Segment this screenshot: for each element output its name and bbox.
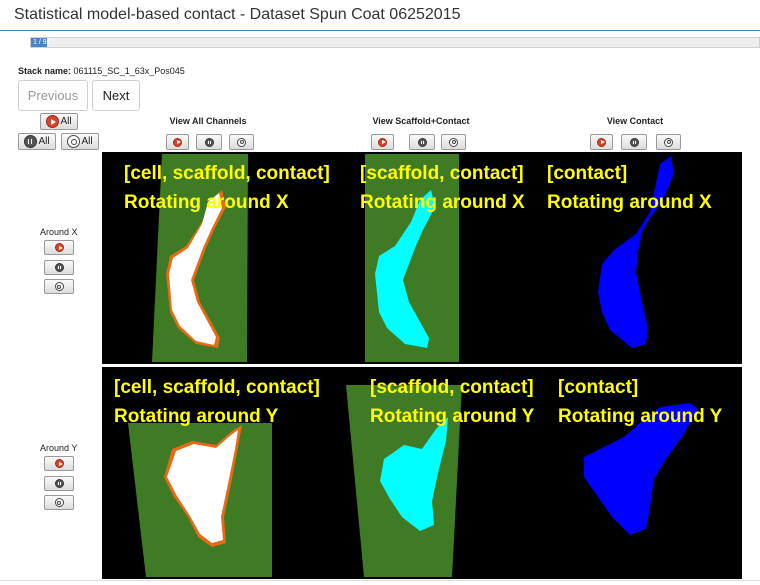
overlay-y-2-rotation: Rotating around Y [370, 406, 535, 427]
overlay-x-2-rotation: Rotating around X [360, 192, 525, 213]
stop-icon [237, 137, 246, 147]
page-title: Statistical model-based contact - Datase… [14, 6, 461, 23]
pause-around-y-button[interactable] [44, 476, 74, 491]
play-around-x-button[interactable] [44, 240, 74, 255]
overlay-x-3-channels: [contact] [547, 163, 628, 184]
stack-progress-bar[interactable]: 1 / 91 [30, 37, 760, 48]
progress-text: 1 / 91 [33, 39, 51, 46]
overlay-x-1-rotation: Rotating around X [124, 192, 289, 213]
pause-icon [54, 479, 64, 488]
row-label-around-y: Around Y [40, 443, 78, 453]
play-icon [54, 243, 64, 252]
stack-name-label: Stack name: [18, 66, 72, 76]
play-all-channels-button[interactable] [166, 134, 189, 150]
overlay-y-3-rotation: Rotating around Y [558, 406, 723, 427]
next-button[interactable]: Next [92, 80, 140, 111]
stop-icon [67, 135, 81, 148]
stop-around-x-button[interactable] [44, 279, 74, 294]
previous-button[interactable]: Previous [18, 80, 88, 111]
stop-all-label: All [81, 136, 93, 147]
play-all-button[interactable]: All [40, 113, 78, 130]
rotation-y-panel: [cell, scaffold, contact] Rotating around… [102, 367, 742, 579]
overlay-x-2: [scaffold, contact] Rotating around X [360, 159, 525, 217]
stop-around-y-button[interactable] [44, 495, 74, 510]
overlay-x-1-channels: [cell, scaffold, contact] [124, 163, 330, 184]
stop-scaffold-contact-button[interactable] [441, 134, 466, 150]
pause-icon [629, 137, 639, 147]
play-contact-button[interactable] [590, 134, 613, 150]
play-around-y-button[interactable] [44, 456, 74, 471]
stop-contact-button[interactable] [656, 134, 681, 150]
overlay-y-2-channels: [scaffold, contact] [370, 377, 534, 398]
overlay-x-1: [cell, scaffold, contact] Rotating around… [124, 159, 330, 217]
play-icon [46, 115, 60, 128]
pause-icon [54, 263, 64, 272]
overlay-y-3: [contact] Rotating around Y [558, 373, 722, 431]
stop-all-channels-button[interactable] [229, 134, 254, 150]
overlay-x-2-channels: [scaffold, contact] [360, 163, 524, 184]
rotation-x-panel: [cell, scaffold, contact] Rotating around… [102, 152, 742, 364]
overlay-y-3-channels: [contact] [558, 377, 639, 398]
row-label-around-x: Around X [40, 227, 78, 237]
play-icon [378, 137, 387, 147]
title-divider [0, 30, 760, 31]
stop-icon [664, 137, 673, 147]
stop-icon [54, 282, 64, 291]
play-scaffold-contact-button[interactable] [371, 134, 394, 150]
play-icon [173, 137, 182, 147]
pause-icon [24, 135, 38, 148]
bottom-divider [0, 580, 760, 581]
overlay-y-1: [cell, scaffold, contact] Rotating around… [114, 373, 320, 431]
column-label-scaffold-contact: View Scaffold+Contact [372, 116, 470, 126]
pause-all-channels-button[interactable] [196, 134, 222, 150]
pause-icon [204, 137, 214, 147]
column-label-contact: View Contact [606, 116, 664, 126]
stack-name-value: 061115_SC_1_63x_Pos045 [73, 66, 185, 76]
play-icon [54, 459, 64, 468]
pause-scaffold-contact-button[interactable] [409, 134, 435, 150]
overlay-y-1-rotation: Rotating around Y [114, 406, 279, 427]
overlay-y-2: [scaffold, contact] Rotating around Y [370, 373, 534, 431]
play-icon [597, 137, 606, 147]
overlay-y-1-channels: [cell, scaffold, contact] [114, 377, 320, 398]
stop-icon [449, 137, 458, 147]
overlay-x-3: [contact] Rotating around X [547, 159, 712, 217]
pause-contact-button[interactable] [621, 134, 647, 150]
pause-icon [417, 137, 427, 147]
column-label-all-channels: View All Channels [169, 116, 247, 126]
stack-name: Stack name: 061115_SC_1_63x_Pos045 [18, 66, 185, 76]
pause-all-label: All [38, 136, 50, 147]
overlay-x-3-rotation: Rotating around X [547, 192, 712, 213]
stop-all-button[interactable]: All [61, 133, 99, 150]
pause-all-button[interactable]: All [18, 133, 56, 150]
stop-icon [54, 498, 64, 507]
play-all-label: All [60, 116, 72, 127]
pause-around-x-button[interactable] [44, 260, 74, 275]
